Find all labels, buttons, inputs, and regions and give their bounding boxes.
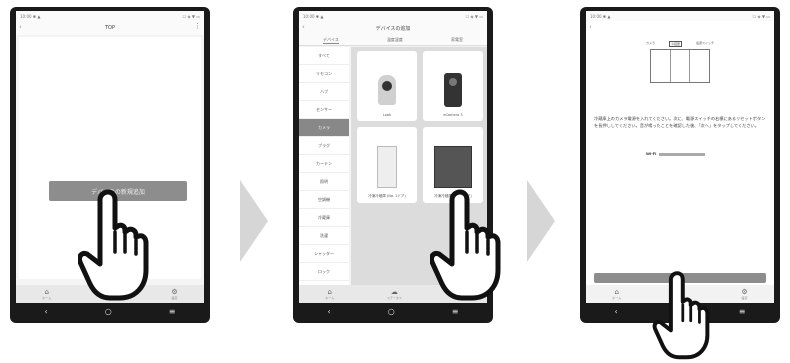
- wifi-row: Wi-Fi: [646, 152, 706, 156]
- tab-devices[interactable]: デバイス: [323, 37, 339, 44]
- category-list: すべて リモコン ハブ センサー カメラ プラグ カーテン 照明 空調機 冷蔵庫…: [299, 47, 349, 285]
- gear-icon: ⚙: [741, 287, 748, 296]
- back-chevron-icon[interactable]: ‹: [19, 23, 22, 31]
- category-item[interactable]: センサー: [299, 101, 349, 119]
- system-nav-bar: ‹ ○ ≡: [299, 303, 487, 319]
- category-item[interactable]: 空調機: [299, 191, 349, 209]
- nav-home[interactable]: ⌂ ホーム: [325, 287, 335, 300]
- category-item[interactable]: 冷蔵庫: [299, 209, 349, 227]
- home-icon: ⌂: [614, 287, 619, 296]
- more-menu-icon[interactable]: ⋮: [194, 22, 201, 30]
- fridge-image: [377, 146, 397, 188]
- sys-recent-icon[interactable]: ≡: [739, 307, 746, 316]
- sys-back-icon[interactable]: ‹: [45, 307, 48, 316]
- header: ‹ デバイスの追加: [299, 21, 487, 35]
- arrow-right-icon: [527, 180, 555, 262]
- category-item[interactable]: リモコン: [299, 65, 349, 83]
- nav-home-label: ホーム: [612, 295, 622, 300]
- page-title: TOP: [104, 25, 115, 31]
- nav-status-label: ステータス: [386, 295, 402, 300]
- category-item[interactable]: すべて: [299, 47, 349, 65]
- fridge-image: [434, 146, 472, 188]
- nav-settings-label: 設定: [171, 295, 178, 300]
- device-tile[interactable]: eCamera 3: [423, 51, 483, 121]
- back-chevron-icon[interactable]: ‹: [302, 23, 305, 31]
- category-item[interactable]: 照明: [299, 173, 349, 191]
- nav-home[interactable]: ⌂ ホーム: [42, 287, 52, 300]
- sys-back-icon[interactable]: ‹: [615, 307, 618, 316]
- gear-icon: ⚙: [171, 287, 178, 296]
- tab-appliance[interactable]: 家電室: [451, 37, 463, 43]
- device-tile-label: 冷凍冷蔵庫 (No. 1ドア): [368, 194, 406, 198]
- nav-settings-label: 設定: [741, 295, 748, 300]
- device-tile[interactable]: 冷凍冷蔵庫 (No. 1ドア): [357, 127, 417, 203]
- fridge-diagram: カメラ 冷蔵庫 電源スイッチ: [646, 41, 714, 87]
- sys-recent-icon[interactable]: ≡: [169, 307, 176, 316]
- sys-recent-icon[interactable]: ≡: [452, 307, 459, 316]
- status-left: 10:00 ✱ ▲: [303, 13, 324, 19]
- camera-image: [378, 75, 396, 105]
- nav-settings[interactable]: ⚙設定: [171, 287, 178, 300]
- category-item[interactable]: ロック: [299, 263, 349, 281]
- status-right: ☐ ◈ ▼ ▭: [182, 13, 200, 19]
- device-tile[interactable]: Look: [357, 51, 417, 121]
- pointing-hand-icon: [78, 188, 150, 304]
- nav-home-label: ホーム: [325, 295, 335, 300]
- tab-temp-humidity[interactable]: 温度湿度: [387, 37, 403, 43]
- fridge-outline-icon: [650, 49, 710, 83]
- sys-back-icon[interactable]: ‹: [328, 307, 331, 316]
- home-icon: ⌂: [44, 287, 49, 296]
- arrow-right-icon: [240, 180, 268, 262]
- pointing-hand-icon: [652, 271, 710, 360]
- nav-home[interactable]: ⌂ ホーム: [612, 287, 622, 300]
- sys-home-icon[interactable]: ○: [105, 307, 112, 316]
- category-item[interactable]: カーテン: [299, 155, 349, 173]
- back-chevron-icon[interactable]: ‹: [589, 23, 592, 31]
- wifi-ssid-redacted: [659, 152, 706, 156]
- home-icon: ⌂: [327, 287, 332, 296]
- device-tile-label: eCamera 3: [443, 113, 463, 117]
- status-left: 10:00 ✱ ▲: [590, 13, 611, 19]
- device-tile-label: Look: [382, 113, 392, 117]
- nav-status[interactable]: ☁ステータス: [386, 287, 402, 300]
- category-item[interactable]: プラグ: [299, 137, 349, 155]
- status-bar: 10:00 ✱ ▲ ☐ ◈ ▼ ▭: [586, 11, 774, 21]
- diagram-label-switch: 電源スイッチ: [695, 41, 714, 45]
- camera-image: [444, 73, 462, 107]
- diagram-label-camera: カメラ: [646, 41, 656, 45]
- category-item[interactable]: ハブ: [299, 83, 349, 101]
- system-nav-bar: ‹ ○ ≡: [16, 303, 204, 319]
- diagram-label-fridge: 冷蔵庫: [668, 41, 682, 47]
- status-bar: 10:00 ✱ ▲ ☐ ◈ ▼ ▭: [299, 11, 487, 21]
- instruction-text: 冷蔵庫上のカメラ電源を入れてください。次に、電源スイッチの右横にあるリセットボタ…: [594, 116, 766, 128]
- pointing-hand-icon: [430, 188, 502, 304]
- category-item-selected[interactable]: カメラ: [299, 119, 349, 137]
- category-item[interactable]: シャッター: [299, 245, 349, 263]
- page-title: デバイスの追加: [375, 25, 411, 32]
- sys-home-icon[interactable]: ○: [388, 307, 395, 316]
- header: ‹ TOP ⋮: [16, 21, 204, 35]
- status-bar: 10:00 ✱ ▲ ☐ ◈ ▼ ▭: [16, 11, 204, 21]
- tab-bar: デバイス 温度湿度 家電室: [299, 35, 487, 46]
- header: ‹: [586, 21, 774, 35]
- category-item[interactable]: 洗濯: [299, 227, 349, 245]
- status-right: ☐ ◈ ▼ ▭: [465, 13, 483, 19]
- status-right: ☐ ◈ ▼ ▭: [752, 13, 770, 19]
- nav-settings[interactable]: ⚙設定: [741, 287, 748, 300]
- wifi-label: Wi-Fi: [646, 152, 657, 156]
- status-left: 10:00 ✱ ▲: [20, 13, 41, 19]
- cloud-icon: ☁: [390, 287, 398, 296]
- nav-home-label: ホーム: [42, 295, 52, 300]
